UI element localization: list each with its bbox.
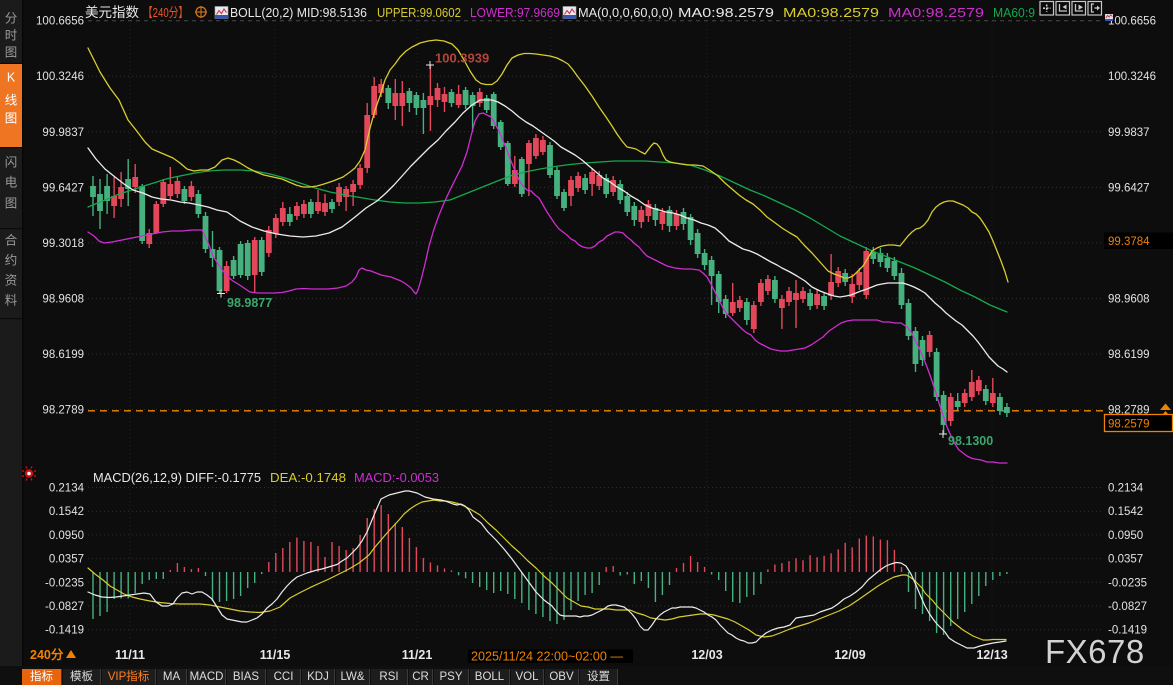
- svg-text:UPPER:99.0602: UPPER:99.0602: [377, 5, 461, 20]
- svg-text:MA(0,0,0,60,0,0): MA(0,0,0,60,0,0): [578, 5, 673, 20]
- svg-text:BOLL(20,2) MID:98.5136: BOLL(20,2) MID:98.5136: [230, 5, 367, 20]
- svg-text:分: 分: [5, 12, 18, 26]
- svg-text:K: K: [7, 71, 16, 85]
- svg-text:PSY: PSY: [439, 671, 462, 683]
- svg-text:MACD:-0.0053: MACD:-0.0053: [354, 471, 439, 485]
- svg-text:LW&: LW&: [340, 671, 364, 683]
- svg-text:FX678: FX678: [1045, 633, 1145, 670]
- svg-text:0.0357: 0.0357: [1108, 554, 1143, 566]
- svg-text:0.2134: 0.2134: [1108, 483, 1144, 495]
- svg-text:12/03: 12/03: [691, 648, 722, 662]
- svg-text:-0.1419: -0.1419: [45, 625, 84, 637]
- svg-text:98.6199: 98.6199: [1108, 349, 1150, 361]
- svg-text:CCI: CCI: [274, 671, 294, 683]
- svg-text:VOL: VOL: [515, 671, 539, 683]
- svg-text:时: 时: [5, 29, 18, 43]
- svg-text:闪: 闪: [5, 156, 18, 170]
- svg-text:美元指数: 美元指数: [85, 5, 139, 20]
- svg-text:RSI: RSI: [379, 671, 398, 683]
- svg-text:约: 约: [5, 253, 18, 268]
- svg-text:0.2134: 0.2134: [49, 483, 85, 495]
- svg-text:0.0357: 0.0357: [49, 554, 84, 566]
- svg-text:CR: CR: [412, 671, 429, 683]
- svg-text:0.0950: 0.0950: [49, 530, 84, 542]
- svg-text:2025/11/24 22:00~02:00 —: 2025/11/24 22:00~02:00 —: [471, 650, 623, 664]
- svg-text:MA: MA: [163, 671, 181, 683]
- svg-text:0.1542: 0.1542: [1108, 506, 1143, 518]
- svg-text:DEA:-0.1748: DEA:-0.1748: [270, 471, 346, 485]
- svg-text:100.3939: 100.3939: [435, 51, 489, 66]
- svg-text:图: 图: [5, 112, 18, 126]
- svg-text:MACD: MACD: [190, 671, 224, 683]
- svg-text:99.9837: 99.9837: [42, 127, 84, 139]
- svg-text:99.3018: 99.3018: [42, 238, 84, 250]
- svg-text:MACD(26,12,9) DIFF:-0.1775: MACD(26,12,9) DIFF:-0.1775: [93, 471, 261, 485]
- svg-text:98.1300: 98.1300: [948, 434, 993, 448]
- svg-text:99.6427: 99.6427: [1108, 182, 1150, 194]
- svg-text:98.2579: 98.2579: [1108, 419, 1150, 431]
- svg-text:合: 合: [5, 233, 18, 248]
- svg-text:设置: 设置: [587, 670, 610, 683]
- svg-text:BIAS: BIAS: [233, 671, 260, 683]
- svg-text:-0.0827: -0.0827: [1108, 601, 1147, 613]
- svg-text:12/09: 12/09: [834, 648, 865, 662]
- svg-text:11/15: 11/15: [260, 648, 291, 662]
- svg-text:图: 图: [5, 197, 18, 211]
- svg-text:MA0:98.2579: MA0:98.2579: [888, 5, 984, 20]
- svg-text:电: 电: [5, 176, 18, 190]
- svg-text:资: 资: [5, 274, 18, 288]
- svg-text:98.9877: 98.9877: [227, 296, 272, 310]
- svg-text:11/11: 11/11: [115, 648, 145, 662]
- svg-text:MA60:9: MA60:9: [993, 5, 1035, 20]
- svg-text:指标: 指标: [30, 669, 53, 683]
- svg-text:98.6199: 98.6199: [42, 349, 84, 361]
- svg-text:LOWER:97.9669: LOWER:97.9669: [470, 5, 560, 20]
- svg-text:99.6427: 99.6427: [42, 182, 84, 194]
- svg-text:-0.0827: -0.0827: [45, 601, 84, 613]
- svg-text:线: 线: [5, 94, 18, 108]
- svg-text:99.3784: 99.3784: [1108, 236, 1150, 248]
- svg-text:0.1542: 0.1542: [49, 506, 84, 518]
- svg-text:-0.0235: -0.0235: [45, 577, 84, 589]
- svg-text:98.9608: 98.9608: [42, 293, 84, 305]
- svg-text:-0.0235: -0.0235: [1108, 577, 1147, 589]
- svg-text:100.6656: 100.6656: [36, 16, 84, 28]
- svg-text:100.3246: 100.3246: [1108, 71, 1156, 83]
- svg-text:240分: 240分: [30, 647, 64, 662]
- svg-text:OBV: OBV: [549, 671, 574, 683]
- svg-text:MA0:98.2579: MA0:98.2579: [783, 5, 879, 20]
- svg-text:【240分】: 【240分】: [143, 5, 188, 20]
- svg-text:99.9837: 99.9837: [1108, 127, 1150, 139]
- svg-text:0.0950: 0.0950: [1108, 530, 1143, 542]
- svg-text:MA0:98.2579: MA0:98.2579: [678, 5, 774, 20]
- svg-text:100.6656: 100.6656: [1108, 16, 1156, 28]
- svg-text:图: 图: [5, 46, 18, 60]
- svg-text:料: 料: [5, 294, 18, 308]
- svg-text:100.3246: 100.3246: [36, 71, 84, 83]
- svg-text:KDJ: KDJ: [307, 671, 329, 683]
- svg-text:98.9608: 98.9608: [1108, 293, 1150, 305]
- svg-text:98.2789: 98.2789: [42, 405, 84, 417]
- svg-text:BOLL: BOLL: [475, 671, 505, 683]
- svg-text:11/21: 11/21: [402, 648, 433, 662]
- svg-text:VIP指标: VIP指标: [108, 669, 150, 683]
- svg-text:12/13: 12/13: [976, 648, 1007, 662]
- svg-text:模板: 模板: [70, 669, 93, 683]
